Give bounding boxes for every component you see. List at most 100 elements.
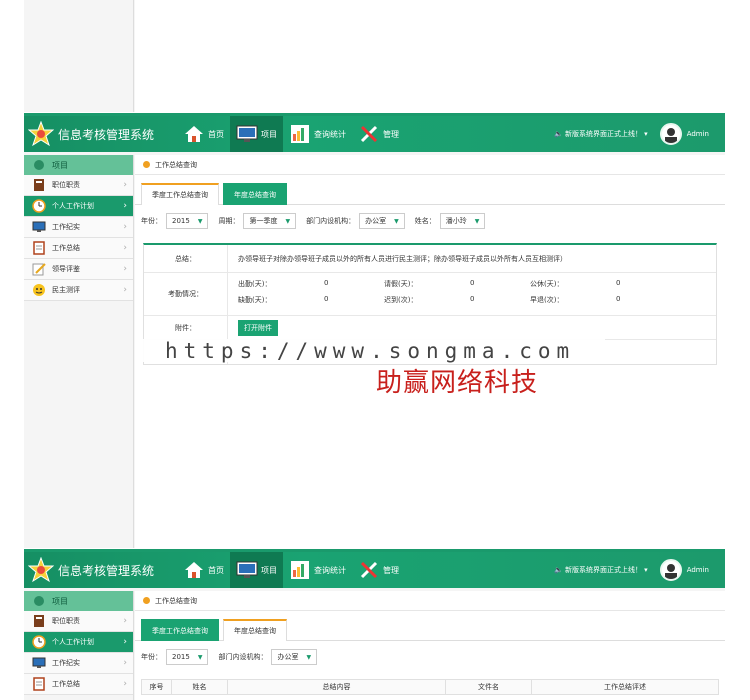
nav-query[interactable]: 查询统计 bbox=[283, 552, 352, 588]
attendance-value: 0 bbox=[324, 295, 329, 303]
sidebar-item-record[interactable]: 工作纪实 › bbox=[24, 653, 133, 674]
attendance-key: 迟到(次)： bbox=[384, 296, 418, 304]
tab-quarterly[interactable]: 季度工作总结查询 bbox=[141, 183, 219, 205]
tab-annual[interactable]: 年度总结查询 bbox=[223, 183, 287, 205]
bullet-icon bbox=[143, 161, 150, 168]
nav-manage[interactable]: 管理 bbox=[352, 116, 405, 152]
sidebar-item-label: 工作纪实 bbox=[52, 659, 80, 667]
summary-text: 办领导班子对除办领导班子成员以外的所有人员进行民主测评；除办领导班子成员以外所有… bbox=[238, 254, 567, 263]
star-logo-icon bbox=[27, 120, 55, 147]
avatar[interactable] bbox=[659, 559, 682, 581]
sidebar-item-plan[interactable]: 个人工作计划 › bbox=[24, 196, 133, 217]
system-notice[interactable]: 🔈 新版系统界面正式上线！ ▾ bbox=[554, 565, 648, 575]
sidebar-item-summary[interactable]: 工作总结 › bbox=[24, 238, 133, 259]
nav-project[interactable]: 项目 bbox=[230, 552, 283, 588]
dept-select[interactable]: 办公室 ▼ bbox=[359, 213, 405, 229]
attendance-key: 出勤(天)： bbox=[238, 280, 272, 288]
name-select[interactable]: 潘小玲 ▼ bbox=[439, 213, 486, 229]
attendance-key: 请假(天)： bbox=[384, 280, 418, 288]
sidebar-item-label: 职位职责 bbox=[52, 181, 80, 189]
tab-annual[interactable]: 年度总结查询 bbox=[223, 619, 287, 641]
sidebar-item-label: 工作纪实 bbox=[52, 223, 80, 231]
previous-sidebar bbox=[24, 0, 134, 112]
period-label: 周期： bbox=[218, 217, 240, 225]
sidebar-item-plan[interactable]: 个人工作计划 › bbox=[24, 632, 133, 653]
attendance-value: 0 bbox=[616, 295, 621, 303]
caret-down-icon: ▼ bbox=[394, 217, 399, 225]
sidebar-item-summary[interactable]: 工作总结 › bbox=[24, 674, 133, 695]
system-notice[interactable]: 🔈 新版系统界面正式上线！ ▾ bbox=[554, 129, 648, 139]
user-name[interactable]: Admin bbox=[687, 566, 709, 574]
url-watermark: https://www.songma.com bbox=[143, 339, 605, 363]
main-nav: 首页 项目 查询统计 管理 bbox=[177, 116, 405, 152]
period-value: 第一季度 bbox=[249, 217, 278, 225]
attendance-value: 0 bbox=[324, 279, 329, 287]
nav-project[interactable]: 项目 bbox=[230, 116, 283, 152]
filter-bar: 年份： 2015 ▼ 周期： 第一季度 ▼ 部门内设机构： 办公室 ▼ 姓名： 潘小玲… bbox=[135, 213, 725, 229]
sidebar-section-label: 项目 bbox=[52, 160, 68, 170]
app-logo[interactable]: 信息考核管理系统 bbox=[24, 120, 174, 147]
pencil-icon bbox=[32, 263, 46, 276]
caret-down-icon: ▼ bbox=[285, 217, 291, 225]
nav-manage-label: 管理 bbox=[383, 129, 399, 139]
summary-label: 总结： bbox=[144, 245, 228, 272]
star-logo-icon bbox=[27, 556, 55, 583]
tab-bar: 季度工作总结查询 年度总结查询 bbox=[135, 183, 725, 205]
table-header: 序号 姓名 总结内容 文件名 工作总结评述 bbox=[141, 679, 719, 695]
attendance-label: 考勤情况： bbox=[144, 273, 228, 315]
dept-select[interactable]: 办公室 ▼ bbox=[271, 649, 318, 665]
sidebar-item-review[interactable]: 领导评鉴 › bbox=[24, 259, 133, 280]
year-label: 年份： bbox=[141, 217, 162, 225]
period-select[interactable]: 第一季度 ▼ bbox=[243, 213, 297, 229]
chevron-right-icon: › bbox=[123, 222, 127, 232]
attachment-row: 附件： 打开附件 bbox=[144, 316, 716, 340]
breadcrumb: 工作总结查询 bbox=[135, 591, 725, 611]
nav-manage[interactable]: 管理 bbox=[352, 552, 405, 588]
year-label: 年份： bbox=[141, 653, 162, 661]
sidebar-section-header[interactable]: 项目 bbox=[24, 591, 133, 611]
user-name[interactable]: Admin bbox=[687, 130, 709, 138]
nav-home[interactable]: 首页 bbox=[177, 116, 230, 152]
sidebar-item-record[interactable]: 工作纪实 › bbox=[24, 217, 133, 238]
sidebar-item-duties[interactable]: 职位职责 › bbox=[24, 175, 133, 196]
chevron-right-icon: › bbox=[123, 616, 127, 626]
column-header: 文件名 bbox=[446, 679, 532, 695]
screen-annual: 信息考核管理系统 首页 项目 查询统计 管理 🔈 新版系统界面正式上线！ ▾ A… bbox=[24, 549, 725, 700]
previous-screen-fragment bbox=[24, 0, 725, 112]
clock-icon bbox=[32, 199, 46, 213]
dept-value: 办公室 bbox=[365, 217, 387, 225]
chevron-right-icon: › bbox=[123, 637, 127, 647]
book-icon bbox=[34, 179, 44, 191]
app-logo[interactable]: 信息考核管理系统 bbox=[24, 556, 174, 583]
notebook-icon bbox=[33, 677, 45, 691]
column-header: 姓名 bbox=[172, 679, 228, 695]
avatar[interactable] bbox=[659, 123, 682, 145]
year-select[interactable]: 2015 ▼ bbox=[166, 213, 209, 229]
sidebar-section-header[interactable]: 项目 bbox=[24, 155, 133, 175]
attendance-row: 考勤情况： 出勤(天)： 0 请假(天)： 0 公休(天)： 0 缺勤(天)： … bbox=[144, 273, 716, 316]
caret-down-icon: ▼ bbox=[197, 653, 203, 661]
attendance-value: 0 bbox=[616, 279, 621, 287]
nav-home-label: 首页 bbox=[208, 565, 224, 575]
sidebar: 项目 职位职责 › 个人工作计划 › 工作纪实 › 工作总结 › 领导评鉴 › 民主测评 › bbox=[24, 155, 134, 548]
nav-home[interactable]: 首页 bbox=[177, 552, 230, 588]
sidebar-section-label: 项目 bbox=[52, 596, 68, 606]
open-attachment-button[interactable]: 打开附件 bbox=[238, 320, 278, 336]
nav-manage-label: 管理 bbox=[383, 565, 399, 575]
sidebar-item-label: 职位职责 bbox=[52, 617, 80, 625]
nav-query[interactable]: 查询统计 bbox=[283, 116, 352, 152]
year-select[interactable]: 2015 ▼ bbox=[166, 649, 209, 665]
chevron-right-icon: › bbox=[123, 264, 127, 274]
previous-main bbox=[135, 0, 725, 112]
nav-project-label: 项目 bbox=[261, 129, 277, 139]
caret-down-icon: ▼ bbox=[197, 217, 203, 225]
tab-bar: 季度工作总结查询 年度总结查询 bbox=[135, 619, 725, 641]
app-title: 信息考核管理系统 bbox=[58, 563, 155, 578]
attendance-value: 0 bbox=[470, 279, 475, 287]
book-icon bbox=[34, 615, 44, 627]
tab-quarterly[interactable]: 季度工作总结查询 bbox=[141, 619, 219, 641]
sidebar-item-evaluation[interactable]: 民主测评 › bbox=[24, 280, 133, 301]
nav-query-label: 查询统计 bbox=[314, 129, 346, 139]
sidebar-item-duties[interactable]: 职位职责 › bbox=[24, 611, 133, 632]
sidebar-item-label: 个人工作计划 bbox=[52, 202, 94, 210]
